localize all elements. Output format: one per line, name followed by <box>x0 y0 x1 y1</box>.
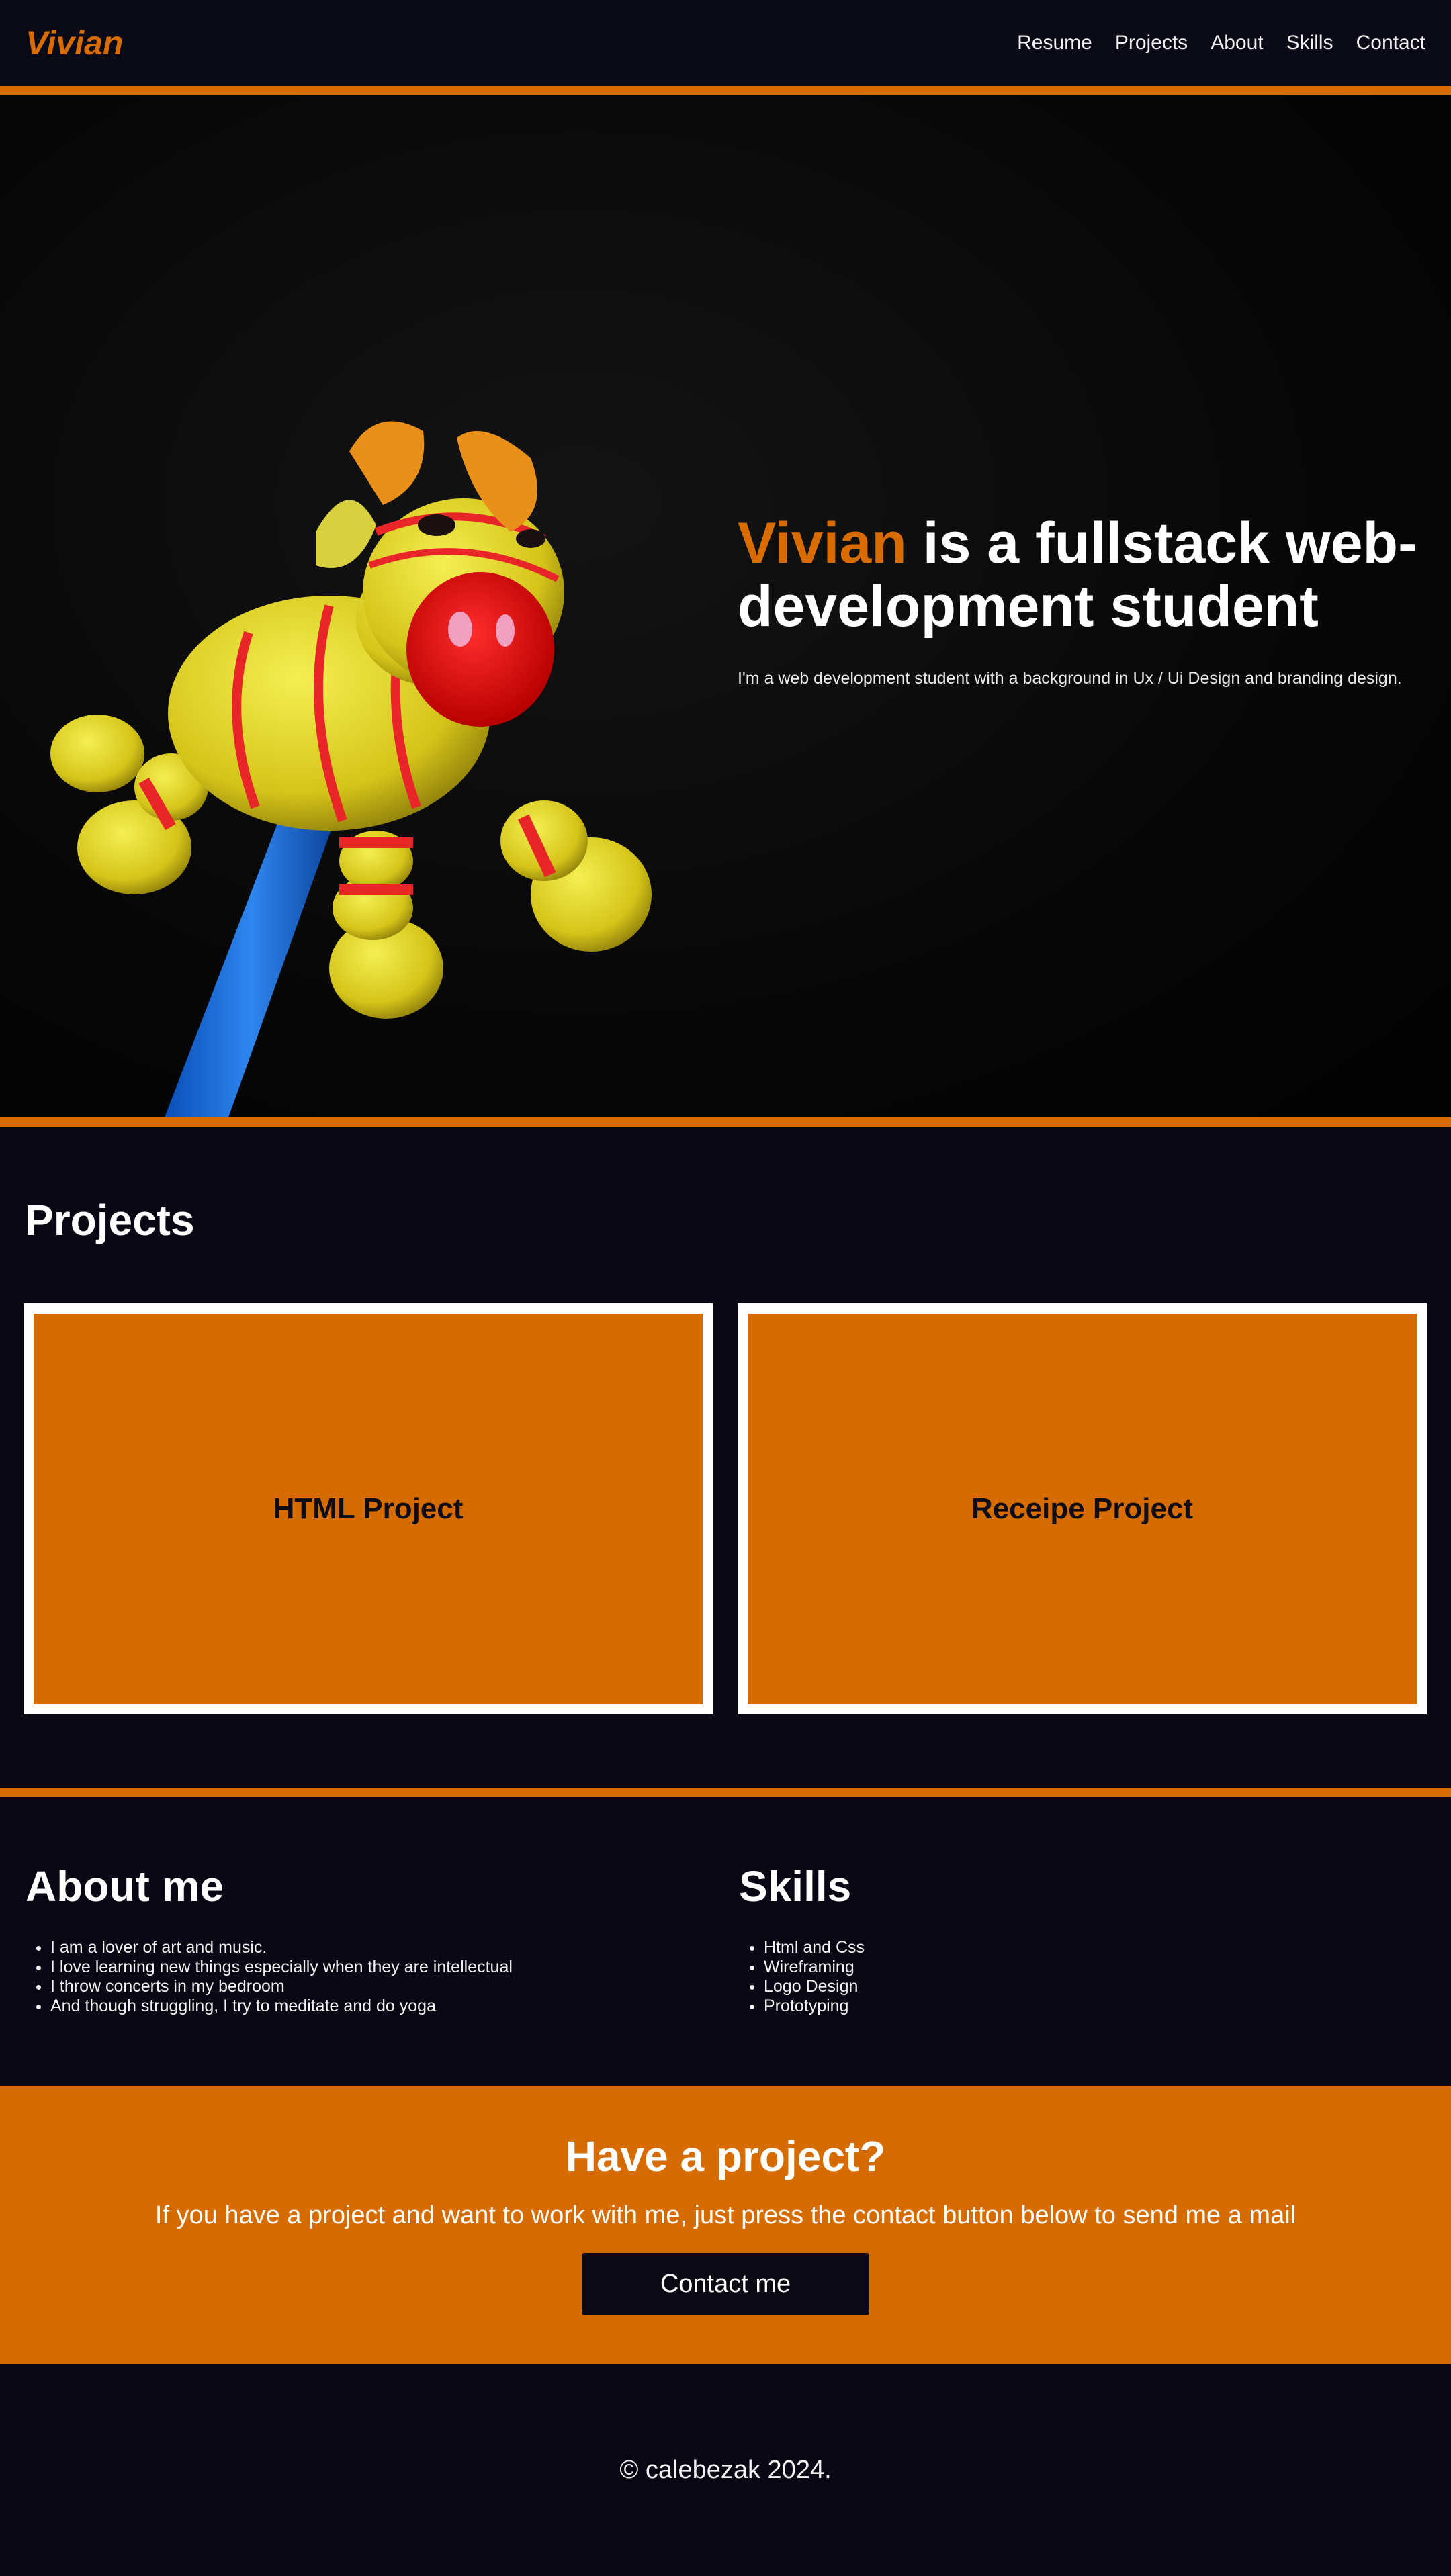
logo-link[interactable]: Vivian <box>26 24 123 62</box>
divider-stripe <box>0 1117 1451 1127</box>
top-navbar: Vivian Resume Projects About Skills Cont… <box>0 0 1451 86</box>
about-skills-section: About me I am a lover of art and music. … <box>0 1797 1451 2086</box>
hero-title: Vivian is a fullstack web-development st… <box>738 512 1436 638</box>
projects-heading: Projects <box>25 1196 195 1244</box>
list-item: Logo Design <box>764 1977 865 1996</box>
skills-list: Html and Css Wireframing Logo Design Pro… <box>739 1938 865 2016</box>
list-item: I throw concerts in my bedroom <box>50 1977 513 1996</box>
list-item: I am a lover of art and music. <box>50 1938 513 1958</box>
project-card-receipe[interactable]: Receipe Project <box>738 1303 1427 1714</box>
hero-title-name: Vivian <box>738 511 907 576</box>
about-list: I am a lover of art and music. I love le… <box>26 1938 513 2016</box>
cta-heading: Have a project? <box>565 2132 886 2180</box>
list-item: Html and Css <box>764 1938 865 1958</box>
skills-column: Skills Html and Css Wireframing Logo Des… <box>739 1861 865 2016</box>
nav-link-contact[interactable]: Contact <box>1356 32 1425 54</box>
project-card-title: HTML Project <box>273 1492 464 1525</box>
contact-me-button[interactable]: Contact me <box>582 2253 869 2315</box>
list-item: Prototyping <box>764 1996 865 2016</box>
hero-text: Vivian is a fullstack web-development st… <box>738 512 1436 688</box>
nav-link-projects[interactable]: Projects <box>1115 32 1188 54</box>
list-item: I love learning new things especially wh… <box>50 1958 513 1977</box>
cta-section: Have a project? If you have a project an… <box>0 2086 1451 2364</box>
nav-link-about[interactable]: About <box>1211 32 1263 54</box>
nav-links: Resume Projects About Skills Contact <box>1017 32 1425 54</box>
about-heading: About me <box>26 1862 224 1911</box>
list-item: And though struggling, I try to meditate… <box>50 1996 513 2016</box>
footer: © calebezak 2024. <box>0 2364 1451 2576</box>
hero-section: Vivian is a fullstack web-development st… <box>0 95 1451 1117</box>
project-card-title: Receipe Project <box>971 1492 1194 1525</box>
about-column: About me I am a lover of art and music. … <box>26 1861 513 2016</box>
skills-heading: Skills <box>739 1862 852 1911</box>
footer-copyright: © calebezak 2024. <box>619 2455 832 2484</box>
nav-link-skills[interactable]: Skills <box>1286 32 1333 54</box>
divider-stripe <box>0 86 1451 95</box>
divider-stripe <box>0 1788 1451 1797</box>
list-item: Wireframing <box>764 1958 865 1977</box>
nav-link-resume[interactable]: Resume <box>1017 32 1092 54</box>
project-card-html[interactable]: HTML Project <box>24 1303 713 1714</box>
hero-subtitle: I'm a web development student with a bac… <box>738 669 1402 688</box>
wooden-toy-pencil-topper-image <box>50 421 652 1117</box>
cta-text: If you have a project and want to work w… <box>155 2201 1296 2229</box>
